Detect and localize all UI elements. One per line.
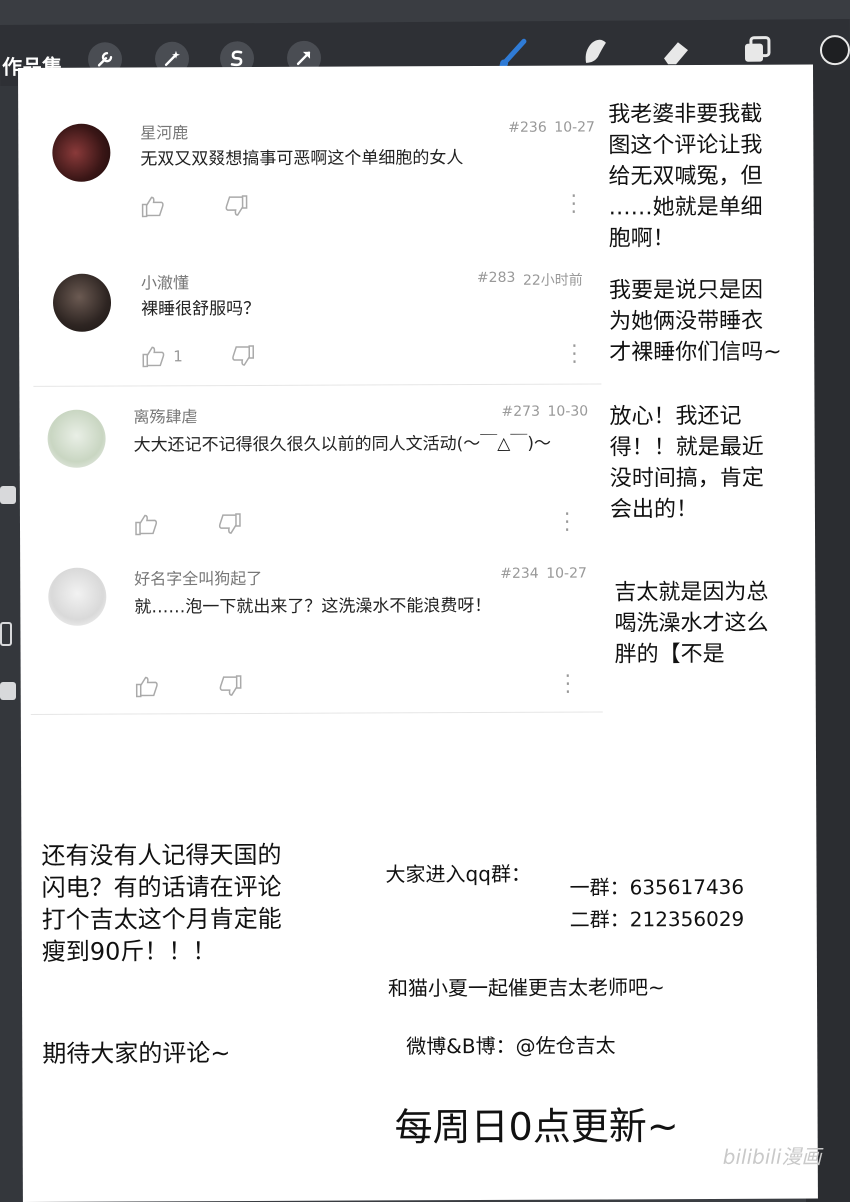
- dislike-icon[interactable]: [231, 345, 255, 371]
- qq-label: 大家进入qq群：: [385, 861, 531, 887]
- comment-text: 无双又双叕想搞事可恶啊这个单细胞的女人: [140, 148, 464, 170]
- opacity-handle[interactable]: [0, 682, 16, 700]
- color-circle-icon[interactable]: [818, 33, 850, 71]
- comment-username: 星河鹿: [140, 123, 189, 143]
- divider: [30, 711, 603, 715]
- divider: [33, 383, 602, 387]
- dislike-icon[interactable]: [219, 675, 243, 701]
- drawing-canvas[interactable]: 星河鹿 #236 10-27 无双又双叕想搞事可恶啊这个单细胞的女人 · · · 小…: [18, 64, 822, 1202]
- more-icon[interactable]: · · ·: [564, 502, 571, 542]
- update-schedule: 每周日0点更新~: [394, 1104, 679, 1150]
- comment-time: 10-27: [546, 565, 587, 582]
- side-note: 吉太就是因为总 喝洗澡水才这么 胖的【不是: [614, 579, 769, 668]
- like-icon[interactable]: [141, 345, 165, 371]
- modify-button[interactable]: [0, 622, 12, 646]
- like-icon[interactable]: [135, 675, 159, 701]
- urge-line: 和猫小夏一起催更吉太老师吧~: [387, 975, 665, 1001]
- comment-text: 大大还记不记得很久很久以前的同人文活动(～￣△￣)～: [133, 433, 552, 456]
- side-note: 放心！我还记 得！！就是最近 没时间搞，肯定 会出的！: [609, 403, 764, 523]
- comment-floor: #273: [501, 403, 540, 420]
- avatar: [47, 409, 106, 468]
- bottom-note: 还有没有人记得天国的 闪电？有的话请在评论 打个吉太这个月肯定能 瘦到90斤！！…: [41, 840, 282, 966]
- qq-group-2: 二群：212356029: [569, 906, 745, 932]
- comment-floor: #283: [476, 269, 516, 286]
- avatar: [48, 567, 107, 626]
- comment-floor: #236: [508, 119, 547, 136]
- comment-time: 10-30: [547, 403, 589, 420]
- comment-text: 裸睡很舒服吗？: [141, 298, 261, 320]
- like-icon[interactable]: [134, 513, 158, 539]
- expect-comments: 期待大家的评论~: [42, 1039, 231, 1068]
- dislike-icon[interactable]: [218, 513, 242, 539]
- bilibili-watermark: bilibili漫画: [722, 1144, 822, 1169]
- more-icon[interactable]: · · ·: [565, 664, 572, 704]
- more-icon[interactable]: · · ·: [571, 334, 578, 374]
- more-icon[interactable]: · · ·: [571, 184, 578, 224]
- comment-username: 好名字全叫狗起了: [134, 568, 263, 589]
- qq-group-1: 一群：635617436: [569, 874, 745, 900]
- side-note: 我老婆非要我截 图这个评论让我 给无双喊冤，但 ……她就是单细 胞啊！: [608, 101, 763, 252]
- weibo-line: 微博&B博：@佐仓吉太: [406, 1033, 616, 1059]
- avatar: [52, 273, 112, 332]
- comment-time: 22小时前: [522, 272, 583, 289]
- comment-text: 就……泡一下就出来了？这洗澡水不能浪费呀！: [134, 595, 492, 618]
- brush-size-handle[interactable]: [0, 486, 16, 504]
- like-icon[interactable]: [141, 195, 165, 221]
- comment-username: 小澈懂: [140, 273, 189, 293]
- avatar: [52, 123, 111, 182]
- comment-time: 10-27: [554, 119, 595, 136]
- dislike-icon[interactable]: [225, 195, 249, 221]
- comment-username: 离殇肆虐: [133, 407, 198, 427]
- comment-floor: #234: [500, 565, 539, 582]
- like-count: 1: [173, 347, 183, 366]
- side-note: 我要是说只是因 为她俩没带睡衣 才裸睡你们信吗~: [608, 277, 782, 366]
